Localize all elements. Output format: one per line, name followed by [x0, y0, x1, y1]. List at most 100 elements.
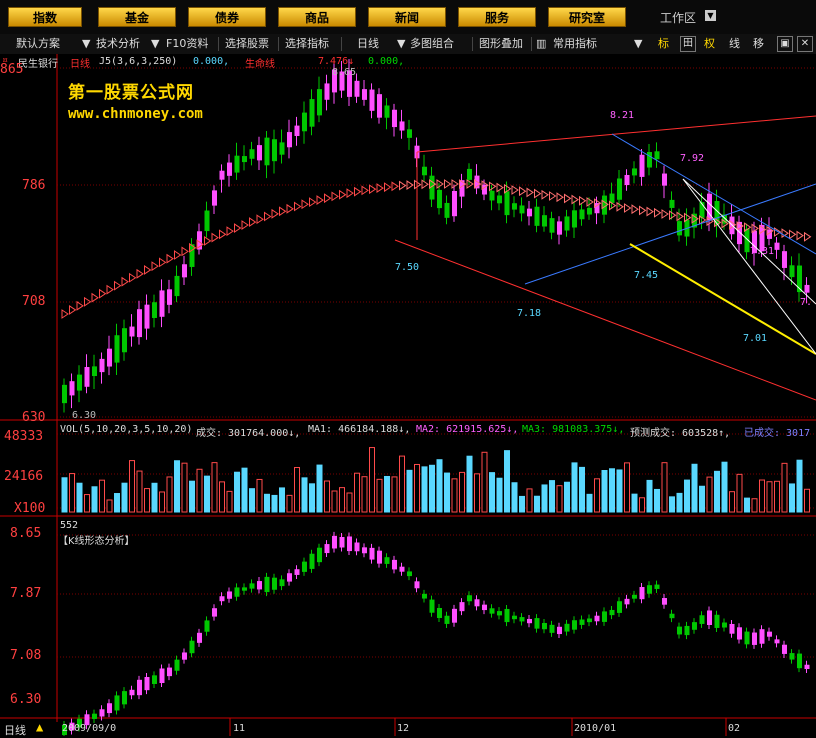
move-button[interactable]: 移: [753, 36, 764, 52]
k-candle-body: [137, 679, 142, 696]
candle-body: [452, 190, 457, 217]
default-scheme-menu[interactable]: 默认方案: [16, 36, 60, 52]
k-candle-body: [219, 596, 225, 602]
k-candle-body: [497, 611, 502, 616]
commodity-button[interactable]: 商品: [278, 7, 356, 27]
volume-bar: [534, 495, 540, 513]
candle-body: [279, 142, 285, 155]
k-candle-body: [272, 577, 277, 590]
k-panel-code: 552: [60, 520, 79, 531]
price-label: 630: [22, 410, 46, 425]
maximize-icon[interactable]: ▣: [777, 36, 793, 52]
expand-icon[interactable]: ▼: [397, 36, 405, 52]
select-stock-menu[interactable]: 选择股票: [225, 36, 269, 52]
k-candle-body: [309, 553, 315, 569]
k-candle-body: [99, 709, 105, 717]
candle-body: [317, 89, 322, 116]
volume-bar: [421, 466, 428, 513]
news-button[interactable]: 新闻: [368, 7, 446, 27]
volume-bar: [759, 479, 765, 513]
volume-bar: [444, 472, 450, 513]
line-button[interactable]: 线: [729, 36, 740, 52]
volume-bar: [264, 493, 270, 513]
f10-menu[interactable]: F10资料: [166, 36, 208, 52]
volume-bar: [361, 476, 368, 513]
k-candle-body: [752, 632, 757, 645]
scroll-arrow-icon[interactable]: ▲: [36, 720, 43, 734]
price-annotation: 7.01: [743, 333, 768, 344]
volume-bar: [384, 475, 390, 513]
candle-body: [377, 94, 382, 118]
expand-icon[interactable]: ▼: [151, 36, 159, 52]
technical-analysis-menu[interactable]: 技术分析: [96, 36, 140, 52]
candle-body: [137, 309, 142, 338]
k-axis-label: 7.87: [10, 586, 42, 601]
candle-body: [174, 275, 180, 297]
volume-bar: [451, 478, 458, 513]
grid-button[interactable]: 田: [680, 36, 696, 52]
date-label: 02: [728, 723, 741, 734]
select-indicator-menu[interactable]: 选择指标: [285, 36, 329, 52]
common-indicators-menu[interactable]: 常用指标: [553, 36, 597, 52]
candle-body: [62, 384, 67, 404]
candle-body: [77, 374, 82, 391]
volume-bar: [519, 495, 525, 513]
candle-body: [152, 302, 157, 318]
volume-bar: [204, 475, 210, 513]
k-candle-body: [624, 598, 630, 605]
daily-period-menu[interactable]: 日线: [357, 36, 379, 52]
research-button[interactable]: 研究室: [548, 7, 626, 27]
candle-body: [534, 206, 540, 226]
volume-bar: [549, 480, 555, 513]
bond-button[interactable]: 债券: [188, 7, 266, 27]
service-button[interactable]: 服务: [458, 7, 536, 27]
common-indicators-icon[interactable]: ▥: [536, 36, 546, 52]
volume-bar: [781, 462, 788, 513]
volume-bar: [429, 464, 435, 513]
volume-bar: [309, 483, 315, 513]
volume-bar: [669, 496, 675, 513]
price-annotation: 7.18: [517, 308, 542, 319]
close-icon[interactable]: ✕: [797, 36, 813, 52]
overlay-menu[interactable]: 图形叠加: [479, 36, 523, 52]
expand-icon[interactable]: ▼: [634, 36, 642, 52]
volume-bar: [579, 466, 585, 513]
volume-bar: [774, 480, 780, 513]
k-candle-body: [339, 536, 345, 548]
candle-body: [257, 145, 262, 161]
rights-button[interactable]: 权: [704, 36, 715, 52]
volume-bar: [121, 482, 128, 513]
candle-body: [212, 190, 217, 206]
k-candle-body: [294, 569, 300, 575]
multi-chart-menu[interactable]: 多图组合: [410, 36, 454, 52]
divider: [472, 37, 473, 51]
volume-bar: [189, 480, 195, 513]
volume-bar: [256, 478, 263, 513]
volume-bar: [414, 463, 420, 513]
candle-body: [467, 168, 472, 180]
candle-body: [302, 112, 307, 132]
candle-body: [294, 125, 300, 137]
k-candle-body: [699, 615, 705, 624]
indicator-value: 0.000,: [193, 56, 230, 67]
k-candle-body: [759, 629, 765, 644]
volume-bar: [639, 497, 645, 513]
k-candle-body: [527, 618, 532, 624]
mark-button[interactable]: 标: [658, 36, 669, 52]
dropdown-icon[interactable]: ▼: [705, 10, 716, 21]
candle-body: [564, 216, 570, 231]
volume-bar: [114, 493, 120, 513]
ma1-value: MA1: 466184.188↓,: [308, 424, 411, 435]
workspace-label[interactable]: 工作区: [660, 9, 696, 26]
price-label: 865: [0, 62, 24, 77]
divider: [531, 37, 532, 51]
candle-body: [677, 221, 682, 236]
fund-button[interactable]: 基金: [98, 7, 176, 27]
volume-bar: [399, 455, 405, 513]
k-candle-body: [332, 535, 337, 549]
expand-icon[interactable]: ▼: [82, 36, 90, 52]
candle-body: [189, 244, 195, 267]
k-candle-body: [504, 608, 510, 623]
stock-name: 民生银行: [18, 59, 58, 70]
index-button[interactable]: 指数: [8, 7, 82, 27]
